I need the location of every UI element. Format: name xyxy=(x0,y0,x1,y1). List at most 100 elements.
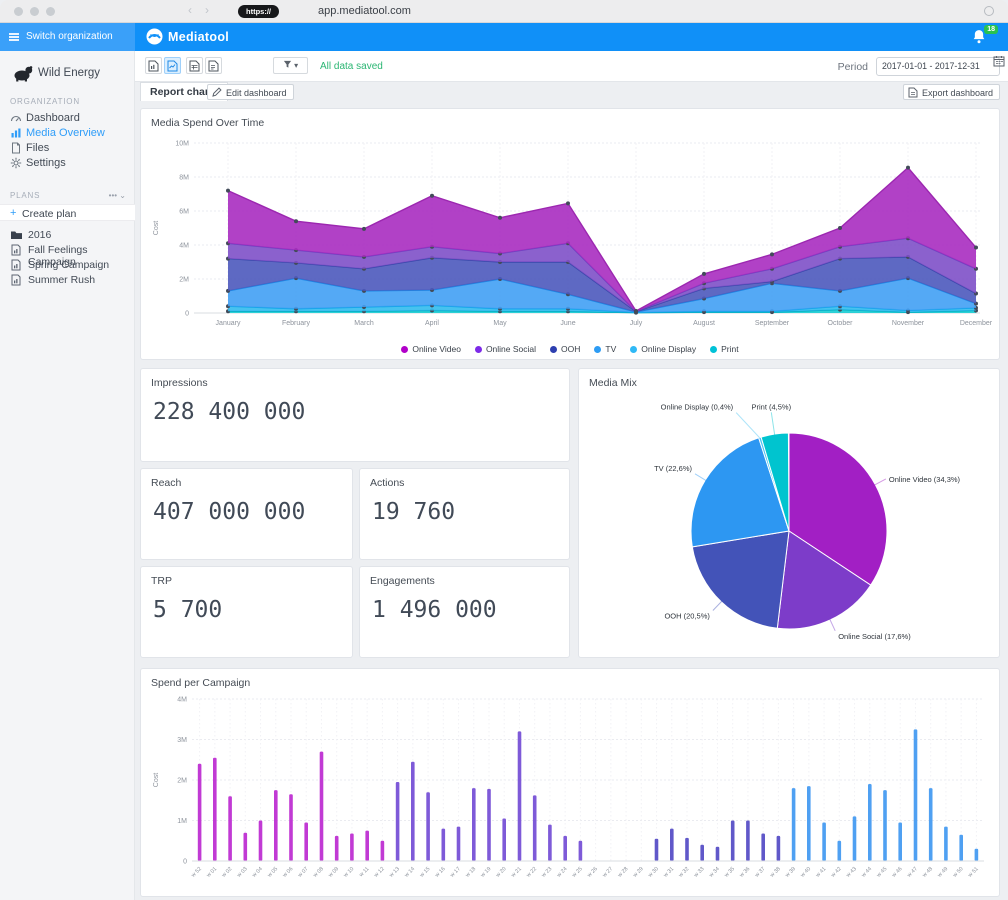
notification-count-badge[interactable]: 18 xyxy=(984,25,998,34)
kpi-value: 5 700 xyxy=(153,597,222,623)
window-minimize-icon[interactable] xyxy=(30,7,39,16)
sidebar-item-media-overview[interactable]: Media Overview xyxy=(0,126,135,141)
back-icon[interactable]: ‹ xyxy=(188,3,192,17)
svg-text:May: May xyxy=(493,320,507,327)
sidebar-item-label: Settings xyxy=(26,157,66,169)
svg-text:w 39: w 39 xyxy=(784,866,797,879)
chart-title: Media Mix xyxy=(589,377,637,389)
report-doc-bars-icon[interactable] xyxy=(145,57,162,74)
legend-item[interactable]: Print xyxy=(710,344,738,354)
svg-text:w 50: w 50 xyxy=(951,866,964,879)
edit-dashboard-button[interactable]: Edit dashboard xyxy=(207,84,294,100)
svg-text:w 30: w 30 xyxy=(647,866,660,879)
svg-text:w 47: w 47 xyxy=(906,866,919,879)
dashboard-icon xyxy=(10,112,22,127)
svg-text:w 35: w 35 xyxy=(723,866,736,879)
kpi-card-trp: TRP 5 700 xyxy=(140,566,353,658)
svg-text:Cost: Cost xyxy=(153,773,160,787)
svg-text:w 33: w 33 xyxy=(692,866,705,879)
legend-item[interactable]: Online Video xyxy=(401,344,461,354)
svg-text:w 19: w 19 xyxy=(479,866,492,879)
svg-text:w 32: w 32 xyxy=(677,866,690,879)
svg-text:w 27: w 27 xyxy=(601,866,614,879)
svg-text:w 02: w 02 xyxy=(220,866,233,879)
legend-item[interactable]: Online Display xyxy=(630,344,696,354)
svg-text:10M: 10M xyxy=(175,141,189,148)
switch-organization-label: Switch organization xyxy=(26,31,113,42)
svg-text:4M: 4M xyxy=(177,697,187,704)
svg-text:Online Display (0,4%): Online Display (0,4%) xyxy=(661,403,734,412)
svg-text:w 24: w 24 xyxy=(555,866,568,879)
plans-menu-button[interactable]: ••• ⌄ xyxy=(109,191,126,200)
report-doc-list-icon[interactable] xyxy=(205,57,222,74)
svg-text:November: November xyxy=(892,320,925,327)
organization-name: Wild Energy xyxy=(38,67,100,79)
plan-item-label: Summer Rush xyxy=(28,274,95,286)
sidebar-item-settings[interactable]: Settings xyxy=(0,156,135,171)
svg-text:w 31: w 31 xyxy=(662,866,675,879)
period-range-input[interactable]: 2017-01-01 - 2017-12-31 xyxy=(876,57,1000,76)
spend-per-campaign-bar-chart[interactable]: 01M2M3M4MCostw 52w 01w 02w 03w 04w 05w 0… xyxy=(148,691,992,893)
report-doc-table-icon[interactable] xyxy=(186,57,203,74)
organization-switcher[interactable]: Wild Energy xyxy=(0,63,135,85)
create-plan-button[interactable]: + Create plan xyxy=(0,204,135,221)
svg-text:w 12: w 12 xyxy=(373,866,386,879)
calendar-icon[interactable] xyxy=(993,54,1005,72)
https-badge: https:// xyxy=(238,5,279,18)
media-mix-pie-chart[interactable]: Online Video (34,3%)Online Social (17,6%… xyxy=(579,393,999,653)
address-bar-url[interactable]: app.mediatool.com xyxy=(318,5,411,17)
sidebar-item-files[interactable]: Files xyxy=(0,141,135,156)
kpi-label: Reach xyxy=(151,477,181,489)
svg-text:w 11: w 11 xyxy=(358,866,371,879)
svg-text:w 13: w 13 xyxy=(388,866,401,879)
plan-item-2016[interactable]: 2016 xyxy=(0,228,135,243)
svg-text:w 51: w 51 xyxy=(967,866,980,879)
svg-text:July: July xyxy=(630,320,643,327)
browser-chrome: ‹ › https:// app.mediatool.com xyxy=(0,0,1008,23)
svg-text:April: April xyxy=(425,320,439,327)
legend-dot-icon xyxy=(550,346,557,353)
svg-text:1M: 1M xyxy=(177,818,187,825)
legend-item[interactable]: Online Social xyxy=(475,344,536,354)
report-toolbar: ▾ All data saved Period 2017-01-01 - 201… xyxy=(135,51,1008,82)
filter-button[interactable]: ▾ xyxy=(273,57,308,74)
svg-text:August: August xyxy=(693,320,715,327)
svg-text:w 25: w 25 xyxy=(571,866,584,879)
forward-icon[interactable]: › xyxy=(205,3,209,17)
export-dashboard-button[interactable]: Export dashboard xyxy=(903,84,1000,100)
svg-text:w 15: w 15 xyxy=(418,866,431,879)
sidebar-item-dashboard[interactable]: Dashboard xyxy=(0,111,135,126)
plan-item-spring-campaign[interactable]: Spring Campaign xyxy=(0,258,135,273)
legend-item[interactable]: TV xyxy=(594,344,616,354)
svg-text:w 38: w 38 xyxy=(769,866,782,879)
svg-text:w 37: w 37 xyxy=(753,866,766,879)
save-status: All data saved xyxy=(320,61,383,72)
browser-action-icon[interactable] xyxy=(984,6,994,16)
svg-text:0: 0 xyxy=(185,311,189,318)
report-doc-chart-icon[interactable] xyxy=(164,57,181,74)
svg-text:June: June xyxy=(560,320,575,327)
legend-dot-icon xyxy=(630,346,637,353)
mediatool-logo-icon[interactable] xyxy=(146,28,163,50)
kpi-label: TRP xyxy=(151,575,172,587)
sidebar: Wild Energy ORGANIZATION Dashboard Media… xyxy=(0,51,135,900)
svg-text:w 42: w 42 xyxy=(830,866,843,879)
svg-text:w 41: w 41 xyxy=(814,866,827,879)
window-close-icon[interactable] xyxy=(14,7,23,16)
plan-file-icon xyxy=(10,259,22,274)
plan-item-label: Spring Campaign xyxy=(28,259,109,271)
window-zoom-icon[interactable] xyxy=(46,7,55,16)
media-spend-area-chart[interactable]: 02M4M6M8M10MJanuaryFebruaryMarchAprilMay… xyxy=(148,133,992,339)
svg-text:2M: 2M xyxy=(179,277,189,284)
folder-icon xyxy=(10,229,23,244)
plan-item-fall-feelings-campaign[interactable]: Fall Feelings Campaign xyxy=(0,243,135,258)
app-header: Switch organization Mediatool 18 xyxy=(0,23,1008,51)
period-label: Period xyxy=(838,61,868,73)
switch-organization-button[interactable]: Switch organization xyxy=(0,23,135,51)
sidebar-item-label: Media Overview xyxy=(26,127,105,139)
legend-item[interactable]: OOH xyxy=(550,344,580,354)
export-doc-icon xyxy=(908,87,918,100)
svg-text:Print (4,5%): Print (4,5%) xyxy=(751,402,791,411)
plan-item-summer-rush[interactable]: Summer Rush xyxy=(0,273,135,288)
svg-text:OOH (20,5%): OOH (20,5%) xyxy=(664,612,710,621)
